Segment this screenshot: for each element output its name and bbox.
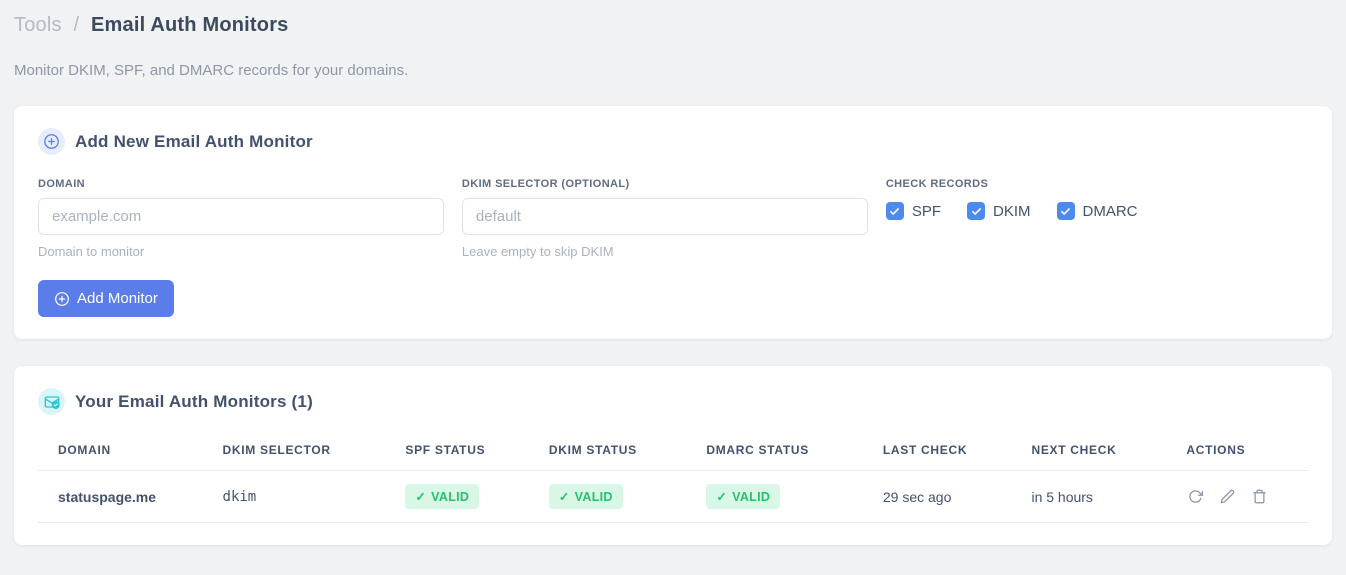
column-header-spf-status: SPF STATUS [397,429,541,471]
delete-button[interactable] [1250,487,1269,506]
dkim-status-badge: ✓ VALID [548,484,623,509]
dkim-selector-label: DKIM SELECTOR (OPTIONAL) [461,178,630,190]
monitor-dkim-status-cell: ✓ VALID [540,470,699,523]
monitor-actions [1178,470,1308,523]
page-subtitle: Monitor DKIM, SPF, and DMARC records for… [14,62,409,79]
domain-label: DOMAIN [38,178,86,190]
table-row: statuspage.me dkim ✓ VALID ✓ VALID ✓ VAL… [38,470,1308,523]
check-glyph: ✓ [716,490,728,504]
plus-circle-icon [54,291,70,307]
check-records-group: CHECK RECORDS SPF DKIM DMARC [885,178,1308,259]
checkbox-check-icon [967,202,986,220]
domain-helper-text: Domain to monitor [38,244,145,259]
add-monitor-button-label: Add Monitor [77,290,158,307]
checkbox-check-icon [1056,202,1075,220]
monitor-spf-status-cell: ✓ VALID [397,470,541,523]
refresh-button[interactable] [1186,487,1205,506]
checkbox-dkim[interactable]: DKIM [967,202,1031,220]
checkbox-check-icon [885,202,904,220]
dkim-selector-input[interactable] [461,198,868,235]
monitor-dmarc-status-cell: ✓ VALID [698,470,875,523]
column-header-domain: DOMAIN [38,429,215,471]
column-header-dkim-selector: DKIM SELECTOR [214,429,398,471]
dmarc-status-label: VALID [732,489,771,504]
check-glyph: ✓ [558,490,570,504]
monitors-card-header: Your Email Auth Monitors (1) [38,388,1308,415]
page-title: Email Auth Monitors [91,14,289,36]
dkim-selector-helper-text: Leave empty to skip DKIM [461,244,614,259]
column-header-last-check: LAST CHECK [874,429,1024,471]
checkbox-spf-label: SPF [911,202,942,220]
edit-button[interactable] [1218,487,1237,506]
add-monitor-card-header: Add New Email Auth Monitor [38,128,1308,155]
checkbox-dmarc-label: DMARC [1082,202,1138,220]
monitors-card-title: Your Email Auth Monitors (1) [75,391,313,411]
domain-field-group: DOMAIN Domain to monitor [38,178,444,259]
checkbox-spf[interactable]: SPF [885,202,942,220]
monitors-card: Your Email Auth Monitors (1) DOMAIN DKIM… [14,366,1332,545]
checkbox-dkim-label: DKIM [993,202,1031,220]
plus-circle-icon [38,128,65,155]
add-monitor-button[interactable]: Add Monitor [38,280,174,317]
column-header-dkim-status: DKIM STATUS [540,429,699,471]
column-header-next-check: NEXT CHECK [1023,429,1179,471]
page: Tools / Email Auth Monitors Monitor DKIM… [0,0,1346,555]
monitor-next-check: in 5 hours [1023,470,1179,523]
add-monitor-card-title: Add New Email Auth Monitor [75,131,313,151]
monitor-last-check: 29 sec ago [874,470,1024,523]
table-header-row: DOMAIN DKIM SELECTOR SPF STATUS DKIM STA… [38,429,1308,471]
column-header-actions: ACTIONS [1178,429,1308,471]
breadcrumb-separator: / [73,14,80,36]
check-records-row: SPF DKIM DMARC [885,202,1308,220]
column-header-dmarc-status: DMARC STATUS [698,429,875,471]
checkbox-dmarc[interactable]: DMARC [1056,202,1138,220]
email-check-icon [38,388,65,415]
add-monitor-card: Add New Email Auth Monitor DOMAIN Domain… [14,106,1332,339]
dmarc-status-badge: ✓ VALID [706,484,781,509]
breadcrumb-tools-link[interactable]: Tools [14,14,62,36]
domain-input[interactable] [38,198,444,235]
monitor-domain: statuspage.me [38,470,215,523]
check-glyph: ✓ [415,490,427,504]
check-records-label: CHECK RECORDS [885,178,989,190]
monitors-table: DOMAIN DKIM SELECTOR SPF STATUS DKIM STA… [38,429,1308,523]
add-monitor-form: DOMAIN Domain to monitor DKIM SELECTOR (… [38,178,1308,259]
spf-status-badge: ✓ VALID [405,484,480,509]
breadcrumb: Tools / Email Auth Monitors [14,10,1332,37]
dkim-selector-field-group: DKIM SELECTOR (OPTIONAL) Leave empty to … [461,178,868,259]
spf-status-label: VALID [431,489,470,504]
dkim-status-label: VALID [574,489,613,504]
monitor-dkim-selector: dkim [214,470,398,523]
